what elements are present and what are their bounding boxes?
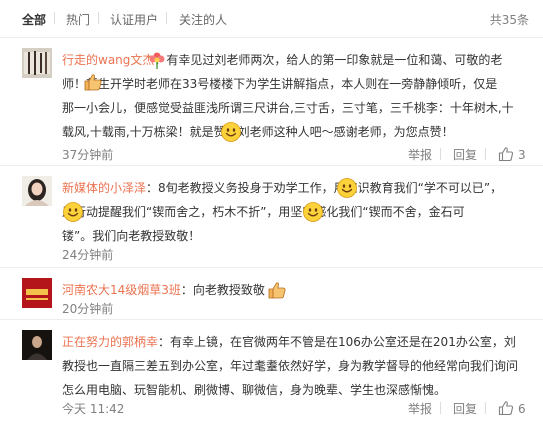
avatar[interactable] (22, 176, 52, 206)
smile-emoji-icon (63, 202, 83, 222)
tab-verified-users[interactable]: 认证用户 (110, 11, 158, 28)
like-count: 3 (518, 148, 526, 162)
smile-emoji-icon (221, 122, 241, 142)
report-link[interactable]: 举报 (408, 146, 432, 163)
like-button[interactable]: 3 (498, 146, 526, 162)
tab-divider (166, 12, 167, 24)
report-link[interactable]: 举报 (408, 400, 432, 417)
comment-username[interactable]: 河南农大14级烟草3班 (62, 283, 181, 297)
like-count: 6 (518, 402, 526, 416)
comment-item: 行走的wang文杰：有幸见过刘老师两次，给人的第一印象就是一位和蔼、可敬的老 师… (0, 38, 543, 166)
action-divider (440, 402, 441, 414)
comment-footer: 今天 11:42 举报 回复 6 (62, 400, 531, 416)
like-button[interactable]: 6 (498, 400, 526, 416)
reply-link[interactable]: 回复 (453, 400, 477, 417)
reply-link[interactable]: 回复 (453, 146, 477, 163)
comment-line: 教授也一直隔三差五到办公室，年过耄耋依然好学，身为教学督导的他经常向我们询问 (62, 359, 519, 373)
comment-timestamp: 20分钟前 (62, 302, 114, 316)
user-avatar-icon (22, 48, 52, 78)
comment-text: 河南农大14级烟草3班：向老教授致敬 (62, 278, 530, 302)
comment-line: ：有幸见过刘老师两次，给人的第一印象就是一位和蔼、可敬的老 (154, 53, 503, 67)
comment-timestamp: 今天 11:42 (62, 402, 125, 416)
tab-divider (54, 12, 55, 24)
comment-line: 那一小会儿，便感觉受益匪浅所谓三尺讲台,三寸舌，三寸笔，三千桃李：十年树木,十 (62, 101, 514, 115)
flower-emoji-icon (149, 52, 165, 69)
comment-line: 师！新生开学时老师在33号楼楼下为学生讲解指点，本人则在一旁静静倾听，仅是 (62, 77, 498, 91)
user-avatar-icon (22, 330, 52, 360)
comment-line: 用行动提醒我们“锲而舍之，朽木不折”，用坚守感化我们“锲而不舍，金石可 (62, 205, 465, 219)
comment-text: 新媒体的小泽泽：8旬老教授义务投身于劝学工作，用知识教育我们“学不可以已”， 用… (62, 176, 530, 248)
action-divider (485, 148, 486, 160)
comment-username[interactable]: 正在努力的郭柄幸 (62, 335, 158, 349)
comment-item: 新媒体的小泽泽：8旬老教授义务投身于劝学工作，用知识教育我们“学不可以已”， 用… (0, 166, 543, 268)
comment-timestamp: 24分钟前 (62, 248, 114, 262)
avatar[interactable] (22, 48, 52, 78)
comment-total: 共35条 (489, 13, 529, 27)
tab-all[interactable]: 全部 (22, 11, 46, 28)
action-divider (440, 148, 441, 160)
avatar[interactable] (22, 330, 52, 360)
tab-following[interactable]: 关注的人 (179, 11, 227, 28)
comment-text: 正在努力的郭柄幸：有幸上镜，在官微两年不管是在106办公室还是在201办公室，刘… (62, 330, 530, 402)
comment-text: 行走的wang文杰：有幸见过刘老师两次，给人的第一印象就是一位和蔼、可敬的老 师… (62, 48, 530, 144)
user-avatar-icon (22, 176, 52, 206)
tab-hot[interactable]: 热门 (66, 11, 90, 28)
smile-emoji-icon (337, 178, 357, 198)
like-icon (498, 146, 514, 162)
thumbs-up-emoji-icon (267, 280, 287, 300)
comment-username[interactable]: 行走的wang文杰 (62, 53, 154, 67)
comment-footer: 37分钟前 举报 回复 3 (62, 146, 531, 162)
like-icon (498, 400, 514, 416)
comment-line: 怎么用电脑、玩智能机、刷微博、聊微信，身为晚辈、学生也深感惭愧。 (62, 383, 447, 397)
comment-item: 正在努力的郭柄幸：有幸上镜，在官微两年不管是在106办公室还是在201办公室，刘… (0, 320, 543, 428)
comment-timestamp: 37分钟前 (62, 148, 114, 162)
thumbs-up-emoji-icon (83, 72, 103, 92)
comment-line: ：8旬老教授义务投身于劝学工作，用知识教育我们“学不可以已”， (146, 181, 503, 195)
comment-line: 镂”。我们向老教授致敬！ (62, 229, 201, 243)
comment-item: 河南农大14级烟草3班：向老教授致敬 20分钟前 (0, 268, 543, 320)
comment-tabs: 全部 热门 认证用户 关注的人 共35条 (0, 0, 543, 38)
comment-line: 载风,十载雨,十万栋梁！就是赞美刘老师这种人吧～感谢老师，为您点赞！ (62, 125, 454, 139)
comment-footer: 20分钟前 (62, 300, 531, 316)
comment-username[interactable]: 新媒体的小泽泽 (62, 181, 146, 195)
user-avatar-icon (22, 278, 52, 308)
comment-line: ：向老教授致敬 (180, 283, 265, 297)
comment-line: ：有幸上镜，在官微两年不管是在106办公室还是在201办公室，刘 (158, 335, 516, 349)
action-divider (485, 402, 486, 414)
tab-divider (98, 12, 99, 24)
avatar[interactable] (22, 278, 52, 308)
comment-footer: 24分钟前 (62, 246, 531, 262)
smile-emoji-icon (303, 202, 323, 222)
